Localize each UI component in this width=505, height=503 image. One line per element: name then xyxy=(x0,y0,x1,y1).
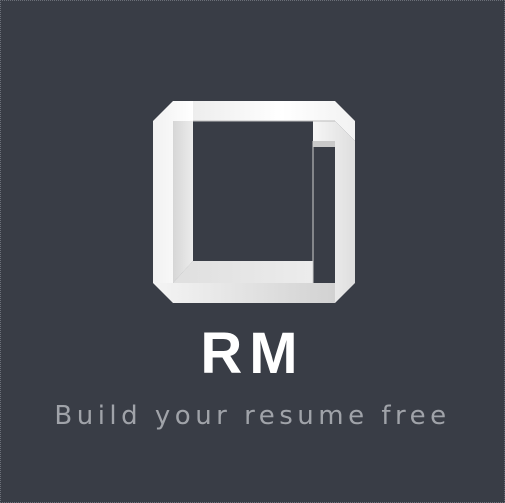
logo-text: RM xyxy=(200,321,305,386)
splash-screen: RM Build your resume free xyxy=(0,0,505,503)
tagline: Build your resume free xyxy=(54,401,451,431)
impossible-square-icon xyxy=(153,101,355,303)
